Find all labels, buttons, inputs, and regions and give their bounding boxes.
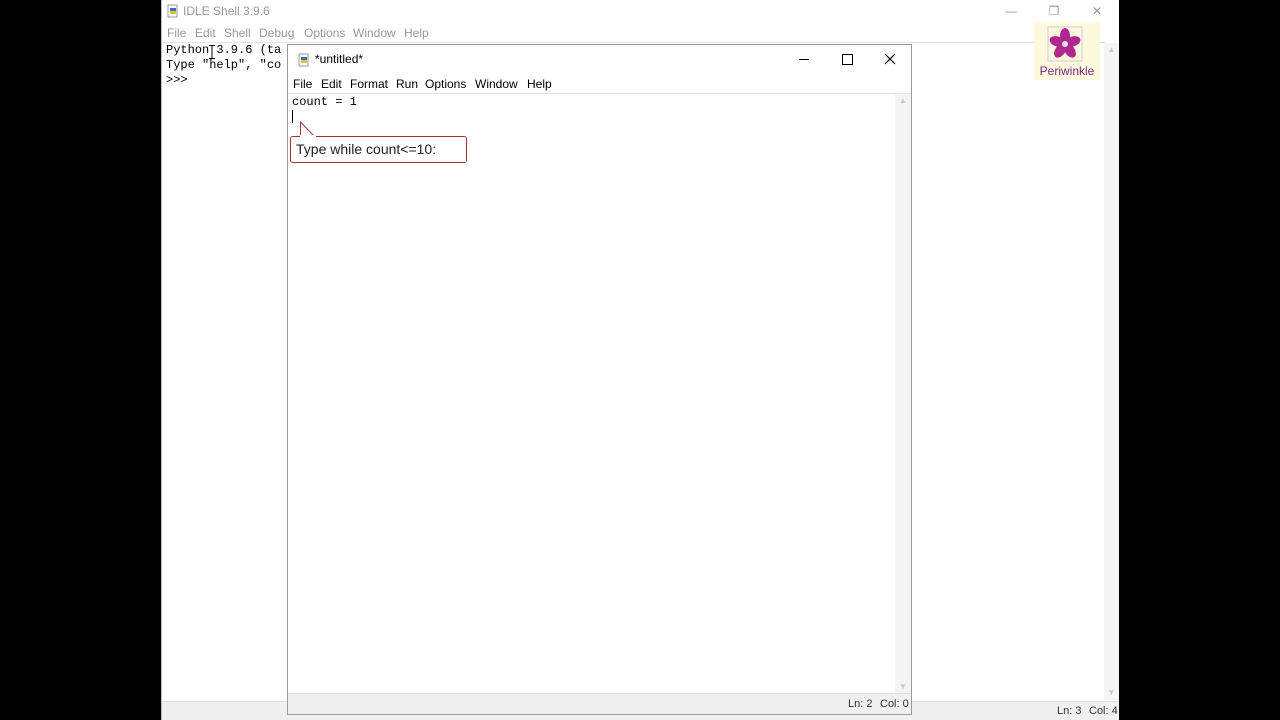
scroll-up-icon[interactable]: ▲ <box>1106 45 1117 55</box>
shell-menu-shell[interactable]: Shell <box>224 26 251 40</box>
editor-status-line: Ln: 2 <box>848 698 873 710</box>
ibeam-cursor-icon <box>209 45 215 59</box>
shell-menubar: File Edit Shell Debug Options Window Hel… <box>162 22 1119 42</box>
shell-line: Type "help", "co <box>166 58 282 72</box>
editor-status-col: Col: 0 <box>880 698 909 710</box>
text-caret <box>292 110 293 123</box>
shell-close-button[interactable]: ✕ <box>1082 2 1112 20</box>
editor-menu-edit[interactable]: Edit <box>321 77 342 91</box>
maximize-icon[interactable] <box>825 45 869 74</box>
shell-menu-help[interactable]: Help <box>404 26 429 40</box>
python-file-icon <box>298 53 309 67</box>
editor-menu-window[interactable]: Window <box>475 77 518 91</box>
shell-menu-file[interactable]: File <box>167 26 186 40</box>
editor-menu-file[interactable]: File <box>293 77 312 91</box>
close-icon[interactable] <box>868 45 912 74</box>
shell-menu-window[interactable]: Window <box>353 26 396 40</box>
scroll-down-icon[interactable]: ▼ <box>898 682 908 692</box>
editor-menu-options[interactable]: Options <box>425 77 466 91</box>
shell-status-line: Ln: 3 <box>1057 705 1082 717</box>
code-area[interactable]: count = 1 <box>292 95 357 109</box>
shell-menu-divider <box>162 42 1105 43</box>
shell-restore-button[interactable]: ❐ <box>1039 2 1069 20</box>
code-line: count = 1 <box>292 95 357 109</box>
shell-menu-options[interactable]: Options <box>304 26 345 40</box>
shell-output[interactable]: Python 3.9.6 (ta Type "help", "co >>> <box>166 43 281 88</box>
shell-scrollbar[interactable]: ▲ ▼ <box>1104 43 1119 700</box>
logo-text: Periwinkle <box>1039 64 1095 78</box>
editor-menu-run[interactable]: Run <box>396 77 418 91</box>
editor-menu-format[interactable]: Format <box>350 77 388 91</box>
flower-logo-icon <box>1047 26 1083 62</box>
editor-statusbar: Ln: 2 Col: 0 <box>288 693 911 714</box>
shell-status-col: Col: 4 <box>1089 705 1118 717</box>
shell-titlebar[interactable]: IDLE Shell 3.9.6 — ❐ ✕ <box>162 0 1119 22</box>
periwinkle-logo: Periwinkle <box>1034 22 1100 80</box>
minimize-icon[interactable] <box>782 45 826 74</box>
editor-title: *untitled* <box>315 52 364 66</box>
editor-scrollbar[interactable]: ▲ ▼ <box>895 94 911 694</box>
python-file-icon <box>167 4 178 18</box>
instruction-callout: Type while count<=10: <box>290 136 467 163</box>
editor-titlebar[interactable]: *untitled* <box>288 45 911 74</box>
editor-menu-help[interactable]: Help <box>527 77 552 91</box>
scroll-down-icon[interactable]: ▼ <box>1106 688 1117 698</box>
scroll-up-icon[interactable]: ▲ <box>898 96 908 106</box>
shell-title: IDLE Shell 3.9.6 <box>183 4 270 18</box>
editor-menubar: File Edit Format Run Options Window Help <box>288 74 911 94</box>
shell-minimize-button[interactable]: — <box>996 2 1026 20</box>
shell-line: Python 3.9.6 (ta <box>166 43 282 57</box>
shell-prompt: >>> <box>166 73 188 87</box>
shell-menu-debug[interactable]: Debug <box>259 26 294 40</box>
callout-pointer-mask <box>300 135 316 138</box>
editor-menu-divider <box>288 93 911 94</box>
shell-menu-edit[interactable]: Edit <box>195 26 216 40</box>
